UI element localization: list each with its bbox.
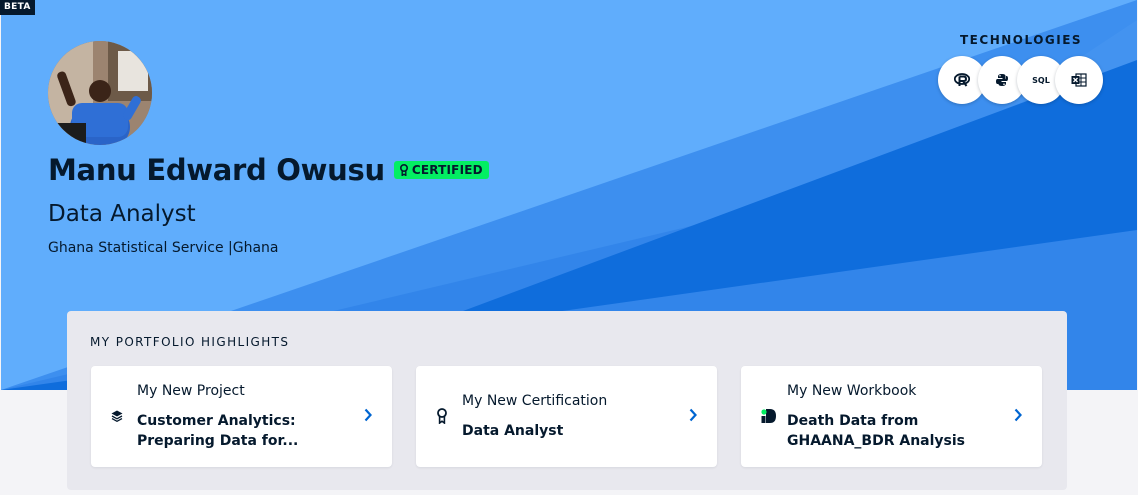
avatar <box>48 41 152 145</box>
highlight-card-project[interactable]: My New Project Customer Analytics: Prepa… <box>91 366 392 467</box>
beta-badge: BETA <box>0 0 35 15</box>
layers-icon <box>111 410 123 422</box>
card-title: Customer Analytics: Preparing Data for..… <box>137 413 299 449</box>
certified-badge: CERTIFIED <box>393 161 489 179</box>
excel-icon <box>1071 73 1087 87</box>
workbook-icon <box>761 409 776 423</box>
certificate-icon <box>437 408 447 424</box>
technologies-list: SQL <box>938 56 1108 106</box>
r-icon <box>954 73 970 87</box>
chevron-right-icon[interactable] <box>364 408 372 422</box>
card-kicker: My New Certification <box>462 393 608 409</box>
highlight-card-workbook[interactable]: My New Workbook Death Data from GHAANA_B… <box>741 366 1042 467</box>
certificate-icon <box>399 164 408 176</box>
sql-icon: SQL <box>1032 75 1050 85</box>
chevron-right-icon[interactable] <box>1014 408 1022 422</box>
technologies-label: TECHNOLOGIES <box>960 33 1083 47</box>
card-title: Data Analyst <box>462 423 564 439</box>
card-kicker: My New Workbook <box>787 383 917 399</box>
organization-name: Ghana Statistical Service <box>48 240 224 256</box>
job-title: Data Analyst <box>48 201 196 227</box>
card-title: Death Data from GHAANA_BDR Analysis <box>787 413 966 449</box>
chevron-right-icon[interactable] <box>689 408 697 422</box>
profile-name: Manu Edward Owusu <box>48 153 385 187</box>
certified-label: CERTIFIED <box>411 163 483 177</box>
card-kicker: My New Project <box>137 383 245 399</box>
tech-excel[interactable] <box>1055 56 1103 104</box>
highlights-heading: MY PORTFOLIO HIGHLIGHTS <box>90 335 290 349</box>
highlight-card-certification[interactable]: My New Certification Data Analyst <box>416 366 717 467</box>
country-name: Ghana <box>232 240 279 256</box>
python-icon <box>996 74 1008 86</box>
portfolio-highlights: MY PORTFOLIO HIGHLIGHTS My New Project C… <box>67 311 1067 490</box>
organization-location: Ghana Statistical Service |Ghana <box>48 240 279 256</box>
